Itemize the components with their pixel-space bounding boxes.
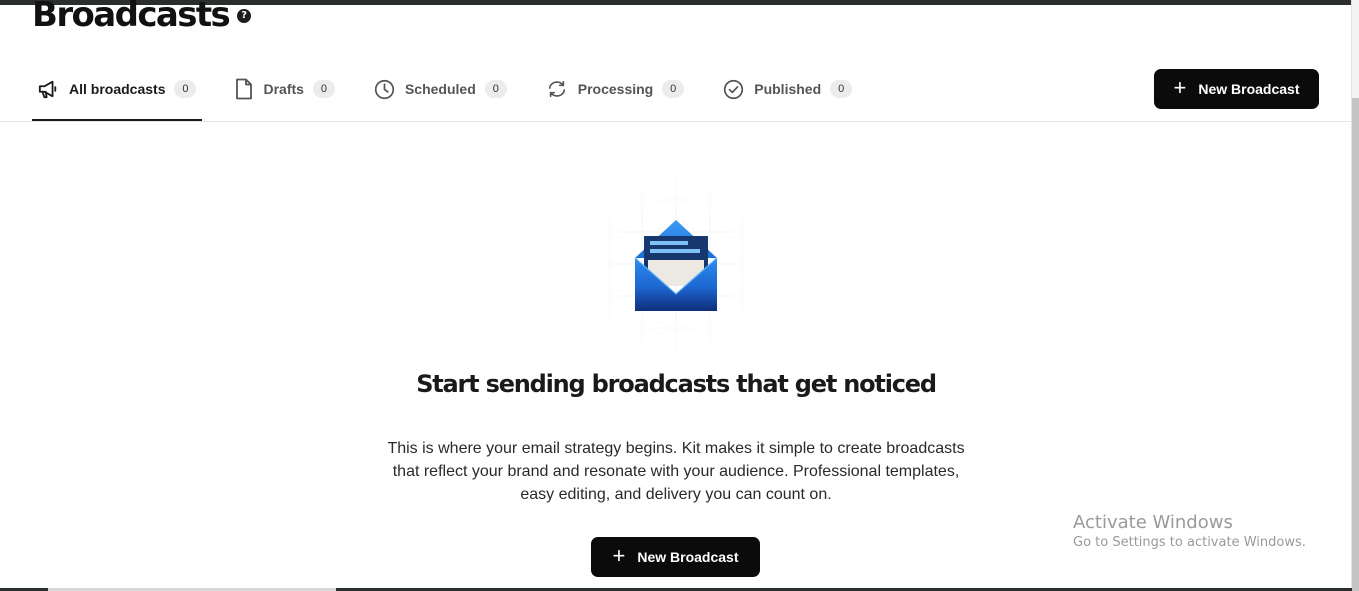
tab-count-badge: 0 <box>830 80 853 98</box>
tabs-divider <box>0 121 1352 122</box>
empty-state-new-broadcast-button[interactable]: + New Broadcast <box>591 537 760 577</box>
refresh-icon <box>548 80 565 98</box>
tab-count-badge: 0 <box>174 80 197 98</box>
plus-icon: + <box>612 543 626 568</box>
plus-icon: + <box>1173 75 1187 100</box>
tab-label: All broadcasts <box>69 81 166 97</box>
tab-count-badge: 0 <box>662 80 685 98</box>
scrollbar-track[interactable] <box>1351 0 1359 591</box>
tab-label: Processing <box>577 81 654 97</box>
tab-label: Drafts <box>263 81 304 97</box>
document-icon <box>236 78 253 100</box>
check-circle-icon <box>724 79 744 99</box>
tab-processing[interactable]: Processing 0 <box>541 70 690 108</box>
tab-count-badge: 0 <box>484 80 507 98</box>
tab-count-badge: 0 <box>312 80 335 98</box>
megaphone-icon <box>38 80 57 99</box>
empty-state-title: Start sending broadcasts that get notice… <box>416 370 937 398</box>
open-envelope-icon <box>578 168 774 362</box>
watermark-subtitle: Go to Settings to activate Windows. <box>1073 535 1306 550</box>
tab-all-broadcasts[interactable]: All broadcasts 0 <box>32 70 203 121</box>
watermark-title: Activate Windows <box>1073 512 1233 533</box>
broadcast-tabs: All broadcasts 0 Drafts 0 Scheduled 0 Pr… <box>32 70 886 121</box>
tab-label: Scheduled <box>404 81 476 97</box>
new-broadcast-label: New Broadcast <box>1198 81 1300 97</box>
tab-scheduled[interactable]: Scheduled 0 <box>369 70 513 108</box>
scrollbar-thumb[interactable] <box>1352 98 1359 591</box>
empty-state-illustration <box>578 168 774 362</box>
new-broadcast-label: New Broadcast <box>637 549 739 565</box>
page-title: Broadcasts ? <box>32 0 252 37</box>
activate-windows-watermark: Activate Windows Go to Settings to activ… <box>1073 512 1306 550</box>
help-icon[interactable]: ? <box>237 9 252 23</box>
new-broadcast-button[interactable]: + New Broadcast <box>1154 69 1319 109</box>
tab-drafts[interactable]: Drafts 0 <box>230 70 340 108</box>
empty-state-description: This is where your email strategy begins… <box>387 440 965 503</box>
tab-label: Published <box>754 81 822 97</box>
clock-icon <box>374 79 395 99</box>
page-title-text: Broadcasts <box>32 0 231 35</box>
tab-published[interactable]: Published 0 <box>718 70 858 108</box>
